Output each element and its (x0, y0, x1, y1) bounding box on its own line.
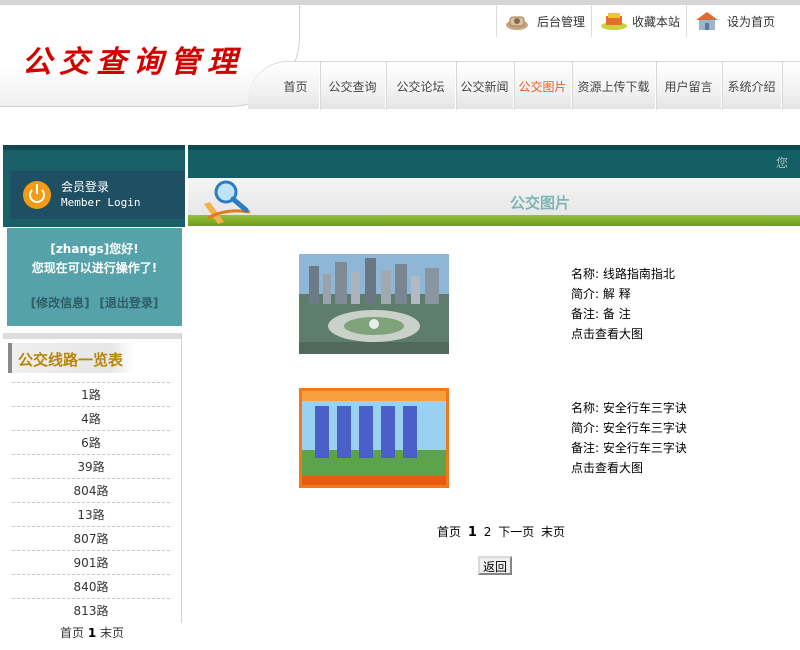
nav-bus-pictures[interactable]: 公交图片 (514, 62, 572, 110)
nav-resource-upload[interactable]: 资源上传下载 (572, 62, 656, 110)
logout-link[interactable]: [退出登录] (99, 296, 158, 310)
nav-home[interactable]: 首页 (272, 62, 320, 110)
pager-next[interactable]: 下一页 (498, 525, 534, 539)
view-large-image-link[interactable]: 点击查看大图 (571, 458, 791, 478)
nav-bus-forum[interactable]: 公交论坛 (386, 62, 456, 110)
route-pager-first[interactable]: 首页 (60, 626, 84, 640)
route-list: 1路 4路 6路 39路 804路 13路 807路 901路 840路 813… (12, 382, 170, 622)
view-large-image-link[interactable]: 点击查看大图 (571, 324, 791, 344)
power-icon (23, 181, 51, 209)
welcome-box: [zhangs]您好! 您现在可以进行操作了! [修改信息] [退出登录] (7, 228, 182, 326)
route-pager-last[interactable]: 末页 (100, 626, 124, 640)
route-item[interactable]: 840路 (12, 574, 170, 598)
safe-driving-poster-image[interactable] (299, 388, 449, 488)
main-banner: 您 (188, 145, 800, 178)
route-item[interactable]: 4路 (12, 406, 170, 430)
city-square-image[interactable] (299, 254, 449, 354)
section-header: 公交图片 (188, 178, 800, 228)
edit-info-link[interactable]: [修改信息] (31, 296, 90, 310)
nav-system-intro[interactable]: 系统介绍 (722, 62, 782, 110)
pager-first[interactable]: 首页 (437, 525, 461, 539)
pager-current: 1 (467, 525, 477, 540)
magnifier-icon (198, 178, 256, 228)
section-title: 公交图片 (510, 194, 571, 212)
picture-note: 备 注 (602, 307, 631, 321)
site-title: 公交查询管理 (22, 45, 244, 80)
header: 公交查询管理 后台管理 收藏本站 设为首页 首页 公交查询 公交论坛 公交新闻 … (0, 5, 800, 110)
nav-bus-query[interactable]: 公交查询 (320, 62, 386, 110)
admin-link[interactable]: 后台管理 (496, 5, 591, 37)
sidebar-divider (3, 333, 181, 339)
picture-pager: 首页 1 2 下一页 末页 (437, 523, 568, 540)
main-nav: 首页 公交查询 公交论坛 公交新闻 公交图片 资源上传下载 用户留言 系统介绍 (248, 61, 800, 110)
nav-bus-news[interactable]: 公交新闻 (456, 62, 514, 110)
picture-name: 线路指南指北 (602, 267, 675, 281)
route-item[interactable]: 1路 (12, 382, 170, 406)
picture-item: 名称: 线路指南指北 简介: 解 释 备注: 备 注 点击查看大图 (188, 254, 800, 364)
pager-page-2[interactable]: 2 (484, 525, 492, 539)
back-button[interactable]: 返回 (478, 556, 512, 575)
welcome-user: [zhangs]您好! (50, 242, 139, 256)
home-icon (695, 11, 719, 31)
welcome-message: 您现在可以进行操作了! (31, 261, 158, 275)
favorite-icon (600, 11, 628, 31)
sidebar-border (181, 333, 182, 623)
route-item[interactable]: 39路 (12, 454, 170, 478)
favorite-link[interactable]: 收藏本站 (591, 5, 686, 37)
picture-item: 名称: 安全行车三字诀 简介: 安全行车三字诀 备注: 安全行车三字诀 点击查看… (188, 388, 800, 498)
route-item[interactable]: 6路 (12, 430, 170, 454)
picture-intro: 解 释 (602, 287, 631, 301)
route-item[interactable]: 813路 (12, 598, 170, 622)
route-item[interactable]: 807路 (12, 526, 170, 550)
pager-last[interactable]: 末页 (541, 525, 565, 539)
picture-note: 安全行车三字诀 (602, 441, 687, 455)
picture-intro: 安全行车三字诀 (602, 421, 687, 435)
phone-icon (505, 11, 529, 31)
route-list-pager: 首页 1 末页 (60, 624, 124, 641)
route-list-heading: 公交线路一览表 (8, 343, 134, 373)
route-item[interactable]: 901路 (12, 550, 170, 574)
nav-user-messages[interactable]: 用户留言 (656, 62, 722, 110)
banner-marquee-text: 您 (776, 156, 789, 170)
picture-name: 安全行车三字诀 (602, 401, 687, 415)
member-login-panel: 会员登录 Member Login (3, 145, 185, 227)
set-homepage-link[interactable]: 设为首页 (686, 5, 781, 37)
route-item[interactable]: 804路 (12, 478, 170, 502)
top-links: 后台管理 收藏本站 设为首页 (496, 5, 781, 37)
route-item[interactable]: 13路 (12, 502, 170, 526)
member-login-title: 会员登录 Member Login (11, 171, 185, 219)
route-pager-current: 1 (87, 626, 97, 640)
